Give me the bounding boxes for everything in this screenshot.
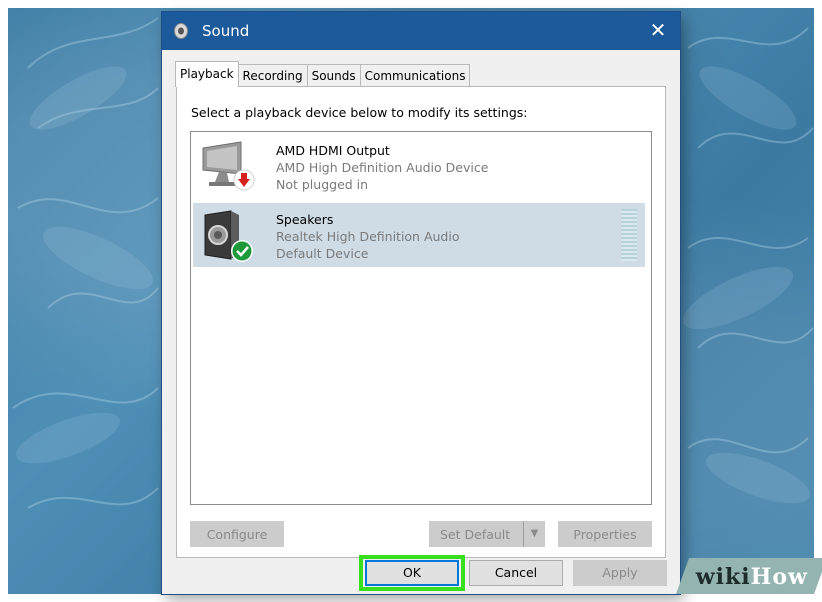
- watermark-wiki: wiki: [695, 564, 751, 590]
- title-bar[interactable]: Sound ✕: [162, 12, 680, 50]
- playback-panel: Select a playback device below to modify…: [176, 86, 666, 558]
- device-status: Not plugged in: [276, 177, 369, 192]
- tab-recording[interactable]: Recording: [237, 64, 308, 87]
- apply-button[interactable]: Apply: [573, 560, 667, 586]
- configure-button[interactable]: Configure: [190, 521, 284, 547]
- instruction-text: Select a playback device below to modify…: [191, 105, 528, 120]
- device-name: Speakers: [276, 212, 334, 227]
- close-button[interactable]: ✕: [636, 12, 680, 50]
- window-title: Sound: [202, 22, 250, 40]
- tab-communications[interactable]: Communications: [359, 64, 471, 87]
- device-description: Realtek High Definition Audio: [276, 229, 460, 244]
- default-check-icon: [231, 240, 253, 262]
- sound-dialog: Sound ✕ Playback Recording Sounds Commun…: [162, 12, 680, 594]
- device-list[interactable]: AMD HDMI Output AMD High Definition Audi…: [190, 131, 652, 505]
- volume-level-meter: [621, 209, 637, 261]
- device-item-speakers[interactable]: Speakers Realtek High Definition Audio D…: [193, 203, 645, 267]
- set-default-button[interactable]: Set Default: [429, 521, 523, 547]
- tab-playback[interactable]: Playback: [175, 61, 239, 87]
- properties-button[interactable]: Properties: [558, 521, 652, 547]
- watermark-how: How: [750, 564, 808, 590]
- set-default-dropdown-arrow[interactable]: ▼: [523, 521, 545, 547]
- unplugged-arrow-icon: [233, 169, 255, 191]
- tab-sounds[interactable]: Sounds: [306, 64, 361, 87]
- tab-strip: Playback Recording Sounds Communications: [175, 61, 471, 88]
- speaker-icon: [204, 210, 253, 262]
- device-description: AMD High Definition Audio Device: [276, 160, 489, 175]
- wikihow-watermark: wikiHow: [696, 564, 808, 590]
- device-item-amd-hdmi[interactable]: AMD HDMI Output AMD High Definition Audi…: [193, 134, 645, 198]
- device-status: Default Device: [276, 246, 369, 261]
- ok-button[interactable]: OK: [365, 560, 459, 586]
- monitor-speaker-icon: [202, 141, 255, 191]
- cancel-button[interactable]: Cancel: [469, 560, 563, 586]
- speaker-app-icon: [174, 23, 188, 39]
- device-name: AMD HDMI Output: [276, 143, 390, 158]
